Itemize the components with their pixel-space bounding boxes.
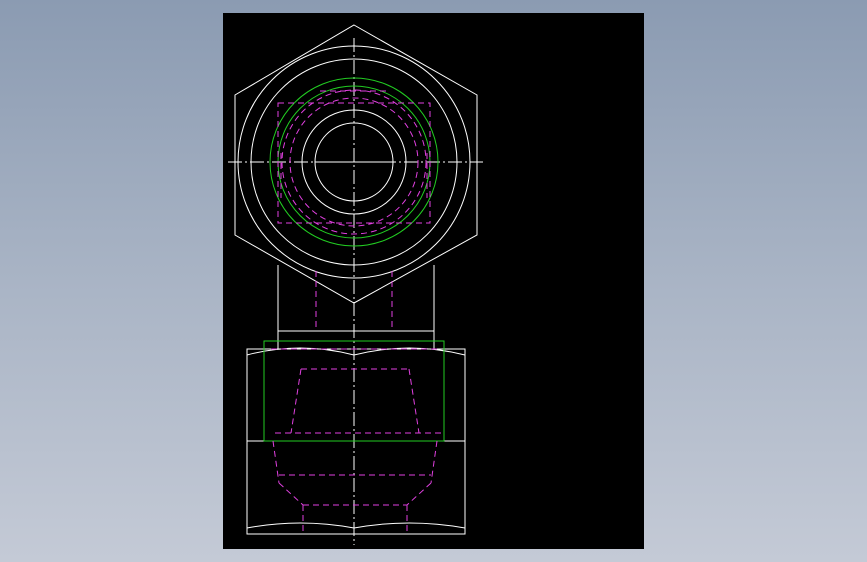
hex-outline <box>234 24 478 304</box>
hidden-lower-right <box>430 440 438 484</box>
hidden-lower-left <box>272 440 280 484</box>
bottom-chamfer-arc-left <box>246 522 355 529</box>
hidden-taper-left <box>290 368 302 434</box>
collar-rect <box>277 330 435 350</box>
hidden-cone-right <box>406 482 432 506</box>
cad-drawing <box>228 24 483 545</box>
top-view <box>228 24 483 545</box>
hexagon <box>234 24 478 304</box>
cad-viewport[interactable] <box>223 13 644 549</box>
bottom-chamfer-arc-right <box>353 522 466 529</box>
stem-edges <box>277 265 435 331</box>
hidden-taper-right <box>408 368 420 434</box>
hidden-cone-left <box>278 482 304 506</box>
bottom-view <box>246 330 466 535</box>
